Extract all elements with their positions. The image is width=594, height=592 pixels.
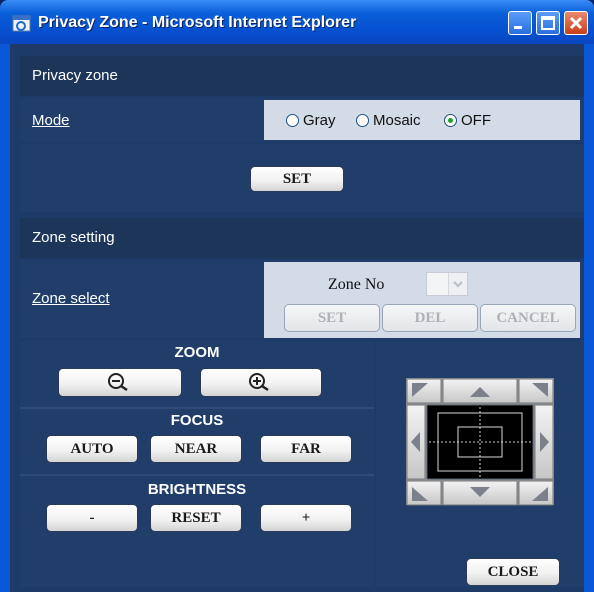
button-label: - <box>89 510 95 526</box>
zone-controls-panel: Zone No SET DEL CANCEL <box>264 262 580 338</box>
mode-radio-off[interactable]: OFF <box>444 112 491 129</box>
mode-option-label: Gray <box>303 112 336 129</box>
mode-option-label: Mosaic <box>373 112 421 129</box>
minimize-button[interactable] <box>508 11 532 35</box>
divider <box>20 474 374 476</box>
mode-radio-mosaic[interactable]: Mosaic <box>356 112 421 129</box>
button-label: SET <box>317 310 347 326</box>
focus-far-button[interactable]: FAR <box>260 435 352 463</box>
pad-right-button[interactable] <box>534 404 554 480</box>
zone-set-button[interactable]: SET <box>284 304 380 332</box>
privacy-set-button[interactable]: SET <box>250 166 344 192</box>
radio-circle[interactable] <box>286 114 299 127</box>
camera-control-panel: ZOOM FOCUS AUTO NEAR FAR BRIGHTNESS - RE… <box>20 341 374 587</box>
zoom-in-icon <box>249 373 269 392</box>
button-label: FAR <box>291 441 321 457</box>
focus-near-button[interactable]: NEAR <box>150 435 242 463</box>
brightness-reset-button[interactable]: RESET <box>150 504 242 532</box>
window-close-button[interactable] <box>564 11 588 35</box>
radio-circle[interactable] <box>356 114 369 127</box>
zone-setting-header: Zone setting <box>20 218 584 258</box>
pad-down-button[interactable] <box>442 480 518 506</box>
chevron-down-icon <box>453 281 463 288</box>
zone-cancel-button[interactable]: CANCEL <box>480 304 576 332</box>
divider <box>20 407 374 409</box>
minimize-icon <box>514 26 522 29</box>
mode-options-panel: Gray Mosaic OFF <box>264 100 580 140</box>
brightness-plus-button[interactable]: + <box>260 504 352 532</box>
maximize-icon <box>541 16 555 30</box>
privacy-zone-header: Privacy zone <box>20 56 584 96</box>
mode-radio-gray[interactable]: Gray <box>286 112 336 129</box>
zoom-out-icon <box>108 373 128 392</box>
close-icon <box>569 16 583 30</box>
zoom-in-button[interactable] <box>200 368 322 397</box>
close-button[interactable]: CLOSE <box>466 558 560 586</box>
button-label: + <box>301 510 311 526</box>
pad-down-left-button[interactable] <box>406 480 442 506</box>
zone-no-label: Zone No <box>328 276 385 293</box>
mode-label[interactable]: Mode <box>32 112 70 129</box>
pan-tilt-pad[interactable] <box>376 341 584 541</box>
frame-right <box>584 44 594 592</box>
focus-title: FOCUS <box>170 412 224 429</box>
radio-circle-selected[interactable] <box>444 114 457 127</box>
zone-no-dropdown-button[interactable] <box>448 273 467 295</box>
zone-select-label[interactable]: Zone select <box>32 290 110 307</box>
pad-down-right-button[interactable] <box>518 480 554 506</box>
zoom-out-button[interactable] <box>58 368 182 397</box>
zone-no-select[interactable] <box>426 272 468 296</box>
title-bar[interactable]: Privacy Zone - Microsoft Internet Explor… <box>0 0 594 44</box>
zone-del-button[interactable]: DEL <box>382 304 478 332</box>
maximize-button[interactable] <box>536 11 560 35</box>
window-title: Privacy Zone - Microsoft Internet Explor… <box>38 14 357 31</box>
pad-up-left-button[interactable] <box>406 378 442 404</box>
brightness-minus-button[interactable]: - <box>46 504 138 532</box>
brightness-title: BRIGHTNESS <box>147 481 247 498</box>
window: Privacy Zone - Microsoft Internet Explor… <box>0 0 594 592</box>
mode-option-label: OFF <box>461 112 491 129</box>
ie-icon <box>12 15 31 32</box>
button-label: DEL <box>414 310 446 326</box>
button-label: CLOSE <box>487 564 539 580</box>
button-label: SET <box>282 171 312 187</box>
pad-up-button[interactable] <box>442 378 518 404</box>
focus-auto-button[interactable]: AUTO <box>46 435 138 463</box>
pad-center-area[interactable] <box>426 404 534 480</box>
frame-left <box>0 44 10 592</box>
pad-up-right-button[interactable] <box>518 378 554 404</box>
button-label: CANCEL <box>496 310 560 326</box>
button-label: RESET <box>171 510 221 526</box>
pad-left-button[interactable] <box>406 404 426 480</box>
button-label: NEAR <box>174 441 218 457</box>
dialog-content: Privacy zone Mode Gray Mosaic OFF SET Zo… <box>10 44 584 592</box>
zoom-title: ZOOM <box>174 344 220 361</box>
pan-tilt-panel <box>376 341 584 587</box>
button-label: AUTO <box>70 441 114 457</box>
